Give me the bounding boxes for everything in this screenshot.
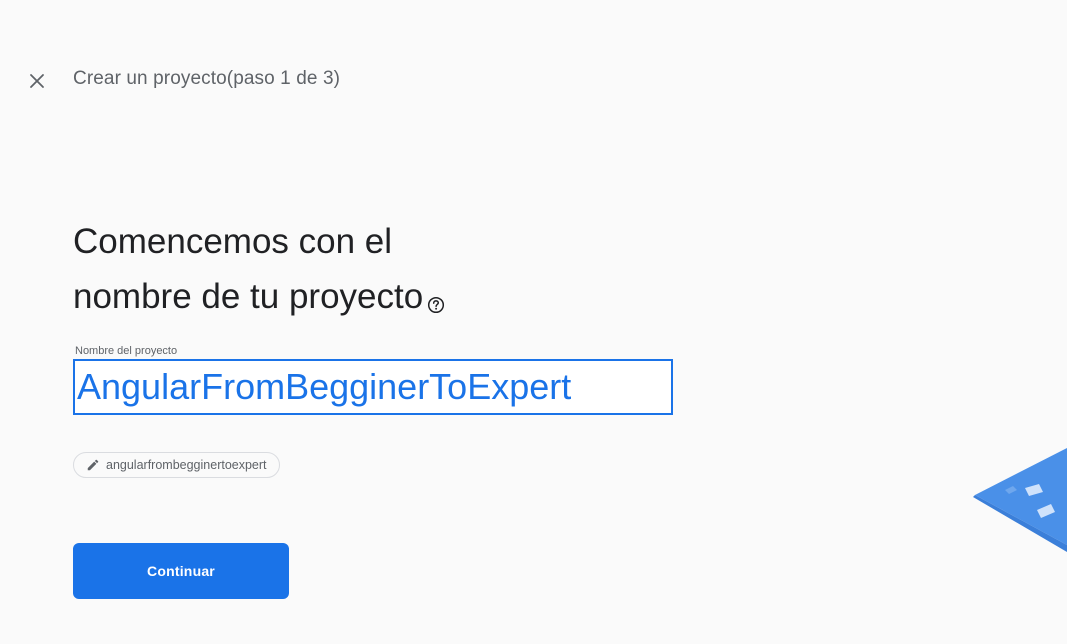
pencil-icon xyxy=(87,459,99,471)
page-step-title: Crear un proyecto(paso 1 de 3) xyxy=(73,68,341,89)
project-id-text: angularfrombegginertoexpert xyxy=(106,458,267,472)
project-name-input[interactable] xyxy=(75,361,671,413)
help-circle-icon[interactable] xyxy=(427,275,445,330)
headline-line-1: Comencemos con el xyxy=(73,222,393,261)
headline: Comencemos con el nombre de tu proyecto xyxy=(73,214,673,330)
project-name-field xyxy=(73,359,673,415)
project-id-chip[interactable]: angularfrombegginertoexpert xyxy=(73,452,280,478)
headline-line-2: nombre de tu proyecto xyxy=(73,277,424,316)
headline-line-2-wrap: nombre de tu proyecto xyxy=(73,269,673,330)
continue-button[interactable]: Continuar xyxy=(73,543,289,599)
close-icon xyxy=(30,74,44,88)
close-button[interactable] xyxy=(22,66,52,96)
project-name-label: Nombre del proyecto xyxy=(75,345,178,357)
create-project-page: Crear un proyecto(paso 1 de 3) Comencemo… xyxy=(0,0,1067,644)
decorative-illustration xyxy=(973,448,1067,552)
